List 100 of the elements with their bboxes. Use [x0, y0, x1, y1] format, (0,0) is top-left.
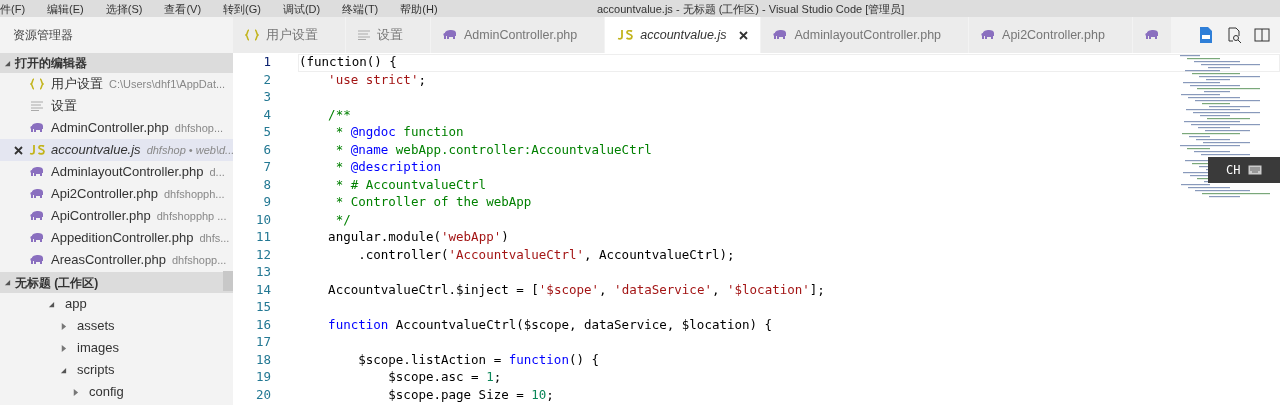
menu-item[interactable]: 选择(S)	[105, 1, 143, 16]
code-line: * @name webApp.controller:AccountvalueCtrl	[334, 140, 652, 159]
code-line: * # AccountvalueCtrl	[334, 175, 487, 194]
elephant-icon	[30, 189, 44, 199]
section-header[interactable]: 打开的编辑器	[0, 53, 233, 73]
scrollbar-thumb[interactable]	[223, 271, 233, 291]
line-number: 8	[262, 175, 271, 194]
code-line: AccountvalueCtrl.$inject = ['$scope', 'dataService', '$location'];	[327, 280, 825, 299]
editor-tab[interactable]: AdminController.php	[431, 17, 606, 53]
menu-item[interactable]: 终端(T)	[342, 1, 379, 16]
open-editor-item[interactable]: AreasController.php dhfshopp...	[0, 249, 233, 271]
open-editor-item[interactable]: AdminController.php dhfshop...	[0, 117, 233, 139]
close-icon[interactable]	[739, 30, 749, 40]
ime-language[interactable]: CH	[1226, 161, 1241, 179]
line-number: 1	[262, 53, 271, 72]
close-icon[interactable]	[14, 145, 23, 155]
editor-tab[interactable]	[1132, 17, 1172, 53]
elephant-icon	[773, 30, 788, 40]
open-editor-item[interactable]: 用户设置 C:\Users\dhf1\AppDat...	[0, 73, 233, 95]
lines-icon	[31, 101, 43, 111]
open-editor-item[interactable]: accountvalue.js dhfshop • web\d...	[0, 139, 233, 161]
collapsed-caret-icon[interactable]	[72, 388, 79, 396]
editor-tab[interactable]: AdminlayoutController.php	[761, 17, 970, 53]
menu-item[interactable]: 帮助(H)	[400, 1, 438, 16]
tree-item[interactable]: assets	[77, 316, 115, 336]
split-editor-icon[interactable]	[1254, 28, 1270, 42]
code-line: $scope.listAction = function() {	[357, 350, 600, 369]
expanded-caret-icon[interactable]	[60, 366, 67, 374]
open-editor-item[interactable]: AppeditionController.php dhfs...	[0, 227, 233, 249]
elephant-icon	[981, 30, 996, 40]
code-line: * @ngdoc function	[334, 123, 464, 142]
elephant-icon	[443, 30, 457, 40]
line-number: 19	[254, 368, 271, 387]
line-number: 4	[262, 105, 271, 124]
line-number: 10	[254, 210, 271, 229]
menu-item[interactable]: 件(F)	[0, 1, 26, 16]
line-number: 5	[262, 123, 271, 142]
code-line: (function() {	[299, 53, 397, 72]
line-number: 15	[254, 298, 271, 317]
menu-item[interactable]: 转到(G)	[223, 1, 261, 16]
code-line: */	[334, 210, 351, 229]
menu-item[interactable]: 调试(D)	[282, 1, 321, 16]
menu-item[interactable]: 查看(V)	[164, 1, 202, 16]
line-number: 14	[254, 280, 271, 299]
editor-tab[interactable]: 设置	[346, 17, 431, 53]
elephant-icon	[30, 255, 44, 265]
line-number: 9	[262, 193, 271, 212]
open-editor-item[interactable]: Api2Controller.php dhfshopph...	[0, 183, 233, 205]
js-icon	[617, 30, 634, 40]
line-number: 6	[262, 140, 271, 159]
code-line: $scope.page Size = 10;	[387, 385, 554, 404]
code-line: * Controller of the webApp	[334, 193, 532, 212]
tree-item[interactable]: images	[77, 338, 119, 358]
code-line: function AccountvalueCtrl($scope, dataService, $location) {	[327, 315, 773, 334]
php-file-icon[interactable]	[1198, 27, 1214, 43]
code-line: /**	[327, 105, 351, 124]
elephant-icon	[30, 233, 44, 243]
code-line: * @description	[334, 158, 441, 177]
line-number: 18	[254, 350, 271, 369]
line-number: 12	[254, 245, 271, 264]
collapsed-caret-icon[interactable]	[60, 344, 67, 352]
editor-tab[interactable]: Api2Controller.php	[969, 17, 1133, 53]
tree-item[interactable]: app	[65, 294, 87, 314]
sidebar-title: 资源管理器	[13, 27, 73, 44]
js-icon	[29, 145, 45, 155]
code-line: 'use strict';	[327, 70, 426, 89]
code-line: angular.module('webApp')	[327, 228, 509, 247]
tree-item[interactable]: scripts	[77, 360, 115, 380]
line-number: 7	[262, 158, 271, 177]
open-editor-item[interactable]: AdminlayoutController.php d...	[0, 161, 233, 183]
tree-item[interactable]: config	[89, 382, 124, 402]
elephant-icon	[30, 123, 44, 133]
expanded-caret-icon[interactable]	[4, 59, 11, 67]
collapsed-caret-icon[interactable]	[60, 322, 67, 330]
editor-tab[interactable]: 用户设置	[233, 17, 346, 53]
braces-icon	[30, 78, 44, 90]
search-icon[interactable]	[1226, 27, 1242, 43]
line-number: 2	[262, 70, 271, 89]
line-number: 20	[254, 385, 271, 404]
line-number: 16	[254, 315, 271, 334]
editor-tab[interactable]: accountvalue.js	[605, 17, 762, 53]
line-number: 11	[254, 228, 271, 247]
open-editor-item[interactable]: ApiController.php dhfshopphp ...	[0, 205, 233, 227]
window-title: accountvalue.js - 无标题 (工作区) - Visual Studio Code [管理员]	[597, 1, 905, 16]
section-header[interactable]: 无标题 (工作区)	[0, 272, 233, 293]
keyboard-icon[interactable]	[1248, 165, 1263, 175]
code-line: $scope.asc = 1;	[387, 368, 502, 387]
line-number: 17	[254, 333, 271, 352]
menu-item[interactable]: 编辑(E)	[47, 1, 84, 16]
elephant-icon	[1144, 30, 1159, 40]
elephant-icon	[30, 167, 44, 177]
open-editor-item[interactable]: 设置	[0, 95, 233, 117]
lines-icon	[358, 30, 370, 40]
code-line: .controller('AccountvalueCtrl', AccountvalueCtrl);	[357, 245, 735, 264]
elephant-icon	[30, 211, 44, 221]
line-number: 13	[254, 263, 271, 282]
line-number: 3	[262, 88, 271, 107]
expanded-caret-icon[interactable]	[48, 300, 55, 308]
braces-icon	[245, 29, 259, 41]
expanded-caret-icon[interactable]	[4, 279, 11, 286]
